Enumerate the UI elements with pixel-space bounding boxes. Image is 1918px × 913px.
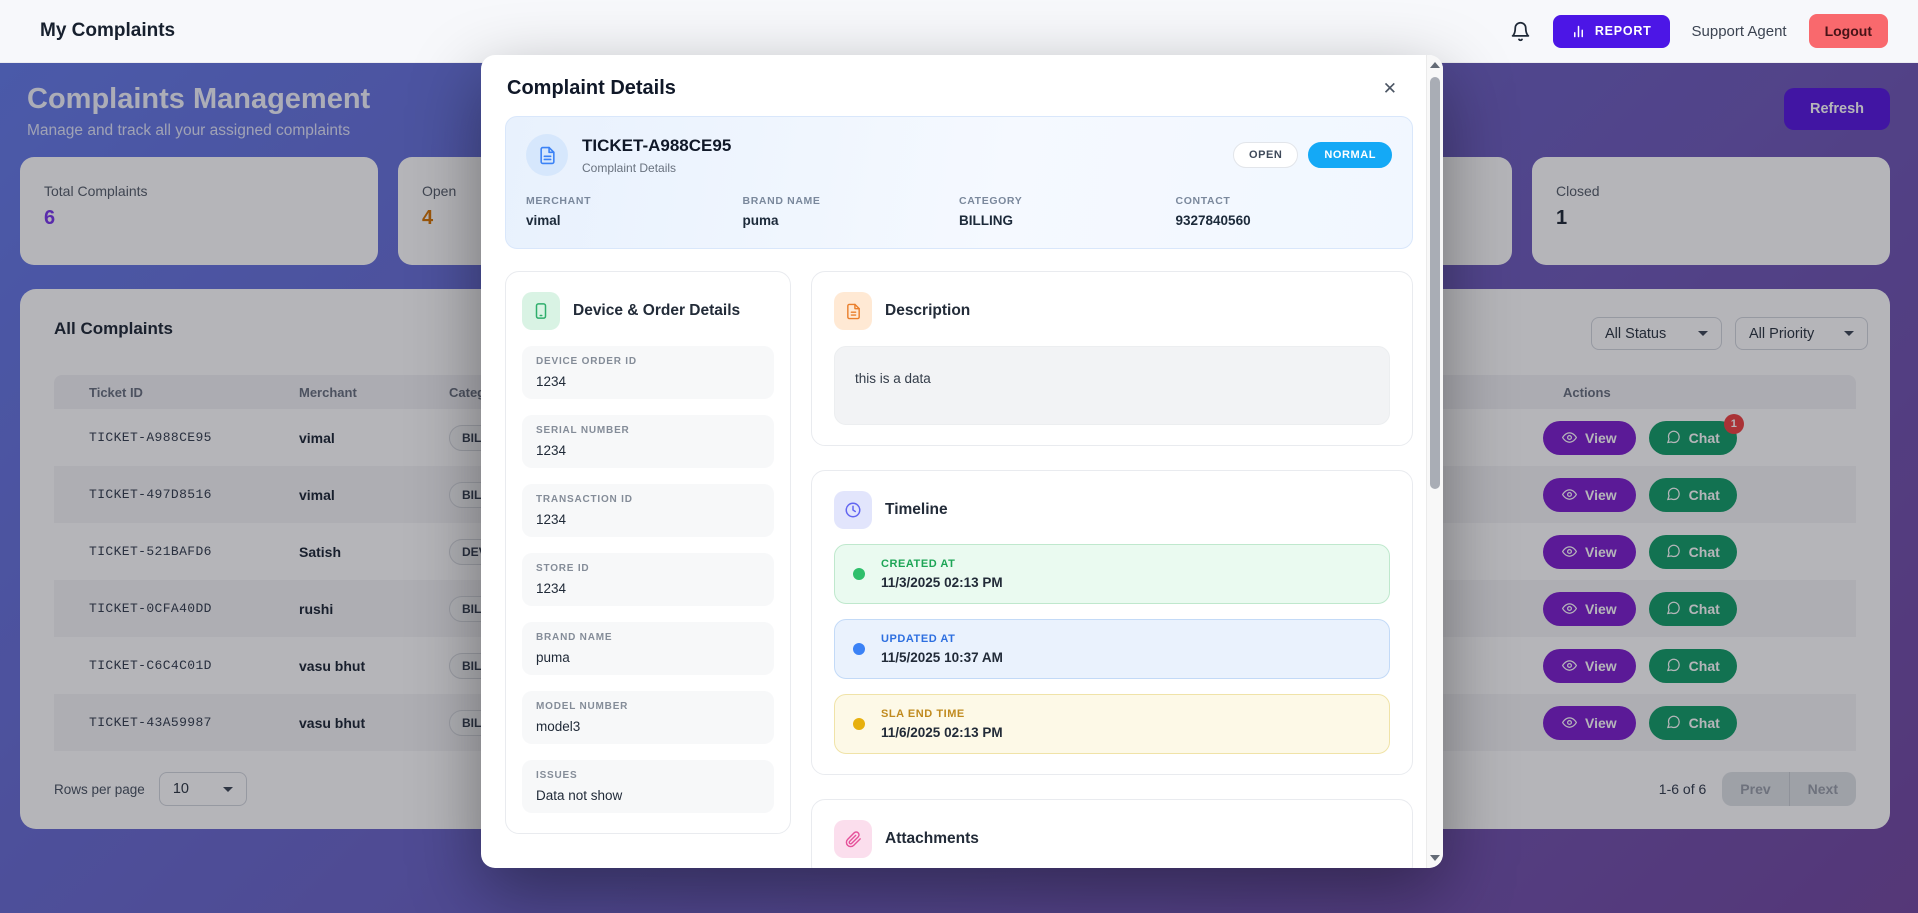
ticket-field-category: CATEGORY BILLING — [959, 195, 1176, 228]
scrollbar-thumb[interactable] — [1430, 77, 1440, 489]
ticket-id: TICKET-A988CE95 — [582, 136, 731, 156]
bell-icon — [1510, 21, 1531, 42]
user-role-label: Support Agent — [1692, 23, 1787, 40]
top-navbar: My Complaints REPORT Support Agent Logou… — [0, 0, 1918, 63]
paperclip-icon — [834, 820, 872, 858]
timeline-title: Timeline — [885, 501, 948, 519]
attachments-title: Attachments — [885, 830, 979, 848]
device-field: TRANSACTION ID 1234 — [522, 484, 774, 537]
device-field: SERIAL NUMBER 1234 — [522, 415, 774, 468]
modal-title: Complaint Details — [507, 77, 676, 100]
report-button-label: REPORT — [1595, 24, 1652, 38]
navbar-actions: REPORT Support Agent Logout — [1510, 14, 1888, 48]
device-panel-title: Device & Order Details — [573, 302, 740, 320]
description-card: Description this is a data — [811, 271, 1413, 446]
priority-badge: NORMAL — [1308, 142, 1392, 168]
modal-scrollbar[interactable] — [1426, 55, 1443, 868]
close-icon[interactable]: ✕ — [1383, 79, 1397, 99]
ticket-field-brand: BRAND NAME puma — [743, 195, 960, 228]
device-field: ISSUES Data not show — [522, 760, 774, 813]
device-field: BRAND NAME puma — [522, 622, 774, 675]
ticket-field-contact: CONTACT 9327840560 — [1176, 195, 1393, 228]
clock-icon — [834, 491, 872, 529]
timeline-event-updated: UPDATED AT 11/5/2025 10:37 AM — [834, 619, 1390, 679]
attachments-card: Attachments — [811, 799, 1413, 868]
smartphone-icon — [522, 292, 560, 330]
modal-header: Complaint Details ✕ — [481, 55, 1443, 100]
device-field: DEVICE ORDER ID 1234 — [522, 346, 774, 399]
description-title: Description — [885, 302, 970, 320]
ticket-field-merchant: MERCHANT vimal — [526, 195, 743, 228]
timeline-card: Timeline CREATED AT 11/3/2025 02:13 PM U… — [811, 470, 1413, 775]
scroll-down-icon[interactable] — [1430, 855, 1440, 861]
app-title: My Complaints — [40, 20, 175, 42]
scroll-up-icon[interactable] — [1430, 62, 1440, 68]
device-field: MODEL NUMBER model3 — [522, 691, 774, 744]
timeline-dot — [853, 568, 865, 580]
status-badge: OPEN — [1233, 142, 1298, 168]
ticket-subtitle: Complaint Details — [582, 161, 731, 175]
ticket-summary-card: TICKET-A988CE95 Complaint Details OPEN N… — [505, 116, 1413, 249]
notifications-button[interactable] — [1510, 21, 1531, 42]
bar-chart-icon — [1571, 24, 1586, 39]
timeline-dot — [853, 643, 865, 655]
description-doc-icon — [834, 292, 872, 330]
timeline-event-sla: SLA END TIME 11/6/2025 02:13 PM — [834, 694, 1390, 754]
timeline-dot — [853, 718, 865, 730]
timeline-event-created: CREATED AT 11/3/2025 02:13 PM — [834, 544, 1390, 604]
device-order-panel: Device & Order Details DEVICE ORDER ID 1… — [505, 271, 791, 834]
report-button[interactable]: REPORT — [1553, 15, 1670, 48]
device-field: STORE ID 1234 — [522, 553, 774, 606]
logout-button[interactable]: Logout — [1809, 14, 1888, 48]
complaint-details-modal: Complaint Details ✕ TICKET-A988CE95 Comp… — [481, 55, 1443, 868]
description-text: this is a data — [834, 346, 1390, 425]
document-icon — [526, 134, 568, 176]
